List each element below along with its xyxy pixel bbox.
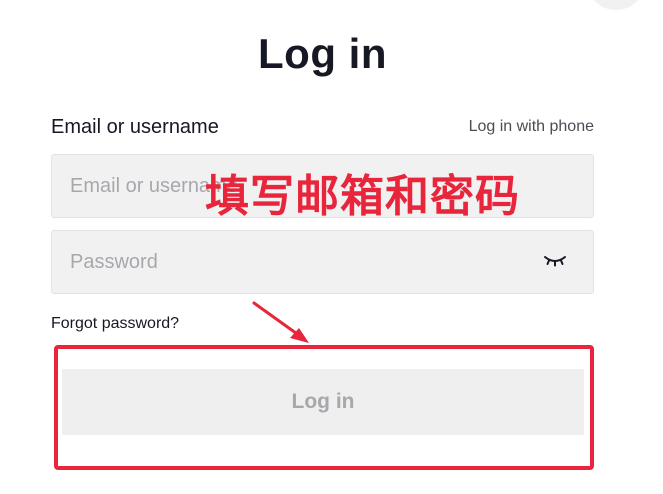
page-title: Log in xyxy=(258,30,387,77)
annotation-arrow-icon xyxy=(252,301,309,343)
annotation-text: 填写邮箱和密码 xyxy=(205,171,520,222)
email-field-label: Email or username xyxy=(51,116,219,138)
eye-closed-icon[interactable] xyxy=(543,253,567,269)
forgot-password-link[interactable]: Forgot password? xyxy=(51,315,179,333)
annotation-highlight-box xyxy=(54,345,594,470)
password-field-container xyxy=(51,230,594,294)
login-with-phone-link[interactable]: Log in with phone xyxy=(469,118,594,136)
password-input[interactable] xyxy=(52,231,593,293)
close-button-partial[interactable] xyxy=(591,0,641,10)
email-label-row: Email or username Log in with phone xyxy=(51,114,594,144)
